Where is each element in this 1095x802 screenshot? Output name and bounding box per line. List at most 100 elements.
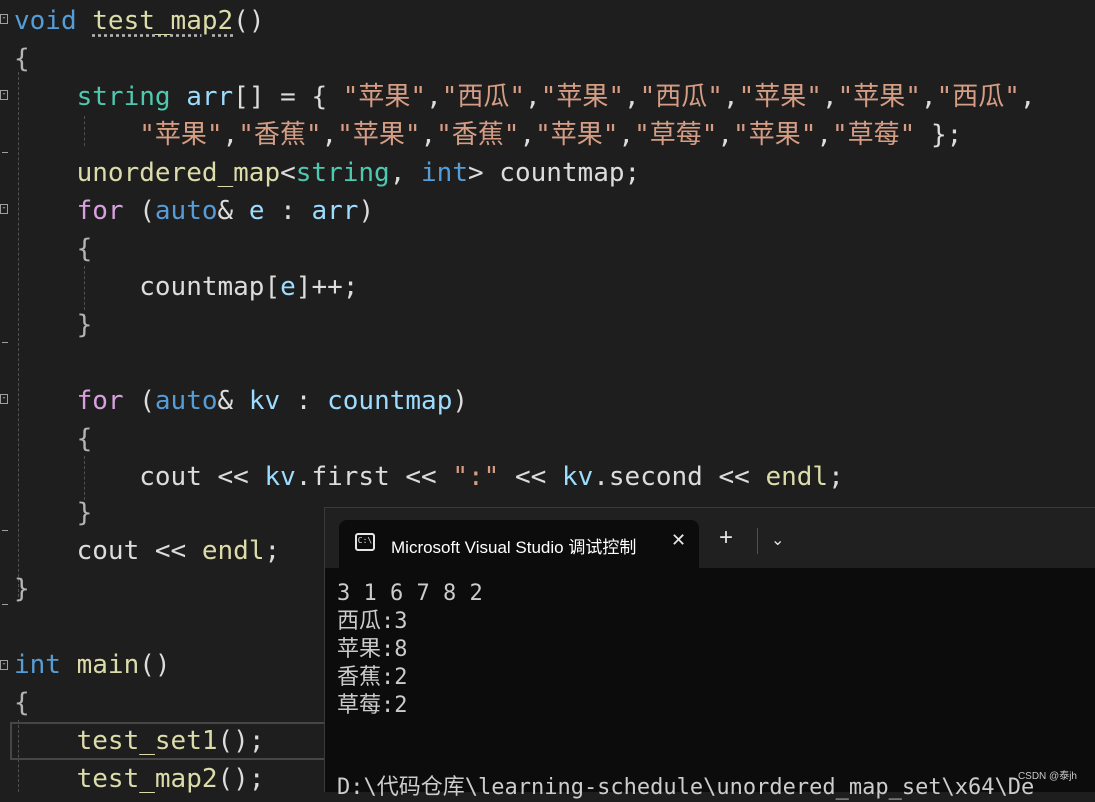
member-second: .second [593, 462, 703, 492]
brace-close: } [14, 574, 30, 604]
variable-arr: arr [311, 196, 359, 226]
chevron-down-icon[interactable]: ⌄ [771, 530, 784, 550]
punctuation: () [233, 6, 265, 36]
keyword-auto: auto [154, 196, 218, 226]
variable-e: e [280, 272, 296, 302]
code-line-19: { [14, 684, 30, 722]
brace-open: { [14, 688, 30, 718]
bracket-close: ] [295, 272, 312, 302]
code-line-8: countmap[e]++; [14, 268, 358, 306]
colon: : [264, 196, 312, 226]
brace-open: { [76, 424, 93, 454]
angle-close: > [467, 158, 484, 188]
string-literal: "草莓" [832, 120, 916, 150]
comma: , [717, 120, 734, 150]
console-path-line: D:\代码仓库\learning-schedule\unordered_map_… [337, 775, 1035, 800]
ampersand: & [217, 196, 249, 226]
close-tab-icon[interactable]: ✕ [671, 530, 686, 551]
new-tab-icon[interactable]: + [719, 526, 733, 550]
watermark: CSDN @泰jh [1017, 771, 1077, 782]
comma: , [222, 120, 239, 150]
keyword-void: void [14, 6, 77, 36]
code-line-20: test_set1(); [14, 722, 265, 760]
console-output-line: 草莓:2 [337, 693, 408, 718]
brace-open: { [76, 234, 93, 264]
string-literal: "苹果" [139, 120, 223, 150]
fold-toggle-for-2[interactable]: - [0, 394, 8, 404]
fold-end-marker [2, 604, 8, 605]
string-literal: "西瓜" [441, 82, 526, 112]
punctuation: (); [217, 726, 265, 756]
code-line-3: string arr[] = { "苹果","西瓜","苹果","西瓜","苹果… [14, 78, 1036, 116]
code-line-12: { [14, 420, 93, 458]
console-tab[interactable]: C:\ Microsoft Visual Studio 调试控制台 ✕ [339, 520, 699, 568]
fold-toggle-for-1[interactable]: - [0, 204, 8, 214]
string-literal: "苹果" [733, 120, 817, 150]
string-literal: "苹果" [738, 82, 822, 112]
fold-toggle-main[interactable]: - [0, 660, 8, 670]
code-line-5: unordered_map<string, int> countmap; [14, 154, 641, 192]
call-test-set1: test_set1 [76, 726, 218, 756]
bracket-open: [ [264, 272, 281, 302]
brace-close: } [76, 310, 93, 340]
brace-close: } [76, 498, 93, 528]
identifier-endl: endl [201, 536, 265, 566]
keyword-auto: auto [154, 386, 218, 416]
code-line-11: for (auto& kv : countmap) [14, 382, 468, 420]
string-literal: "西瓜" [936, 82, 1020, 112]
console-output-line: 苹果:8 [337, 637, 408, 662]
fold-end-marker [2, 152, 8, 153]
code-line-13: cout << kv.first << ":" << kv.second << … [14, 458, 844, 496]
fold-toggle-test-map2[interactable]: - [0, 14, 8, 24]
code-line-21: test_map2(); [14, 760, 265, 798]
variable-countmap: countmap [327, 386, 453, 416]
semicolon: ; [264, 536, 281, 566]
comma: , [816, 120, 833, 150]
paren-close: ) [358, 196, 375, 226]
punctuation: () [139, 650, 171, 680]
comma: , [1019, 82, 1036, 112]
variable-kv: kv [561, 462, 594, 492]
type-string: string [295, 158, 390, 188]
fold-gutter: - - - - - [0, 0, 12, 792]
variable-kv: kv [264, 462, 296, 492]
fold-end-marker [2, 342, 8, 343]
code-line-16: } [14, 570, 30, 608]
comma: , [624, 82, 640, 112]
function-name-test-map2[interactable]: test_map2 [92, 6, 233, 36]
string-literal: "草莓" [634, 120, 718, 150]
identifier-cout: cout [139, 462, 202, 492]
call-test-map2: test_map2 [76, 764, 218, 794]
string-literal: "苹果" [837, 82, 921, 112]
punctuation: ++; [311, 272, 359, 302]
debug-console-window[interactable]: C:\ Microsoft Visual Studio 调试控制台 ✕ + ⌄ … [324, 507, 1095, 800]
fold-end-marker [2, 530, 8, 531]
code-line-15: cout << endl; [14, 532, 281, 570]
member-first: .first [295, 462, 390, 492]
console-tab-title: Microsoft Visual Studio 调试控制台 [391, 538, 637, 557]
comma: , [519, 120, 536, 150]
stream-operator: << [702, 462, 766, 492]
console-output-line: 3 1 6 7 8 2 [337, 581, 483, 606]
comma: , [722, 82, 739, 112]
string-literal: "西瓜" [639, 82, 723, 112]
string-literal: "香蕉" [238, 120, 322, 150]
punctuation: (); [217, 764, 265, 794]
code-line-6: for (auto& e : arr) [14, 192, 374, 230]
keyword-for: for [76, 196, 124, 226]
fold-toggle-arr[interactable]: - [0, 90, 8, 100]
angle-open: < [280, 158, 296, 188]
stream-operator: << [201, 462, 265, 492]
punctuation: [] = { [233, 82, 343, 112]
code-line-9: } [14, 306, 93, 344]
console-output-line: 西瓜:3 [337, 609, 408, 634]
paren-open: ( [123, 386, 155, 416]
identifier-cout: cout [76, 536, 140, 566]
variable-countmap: countmap [139, 272, 265, 302]
comma: , [821, 82, 838, 112]
function-name-main: main [60, 650, 140, 680]
variable-kv: kv [248, 386, 281, 416]
terminal-icon: C:\ [355, 533, 375, 551]
code-line-14: } [14, 494, 93, 532]
console-output-line: 香蕉:2 [337, 665, 408, 690]
